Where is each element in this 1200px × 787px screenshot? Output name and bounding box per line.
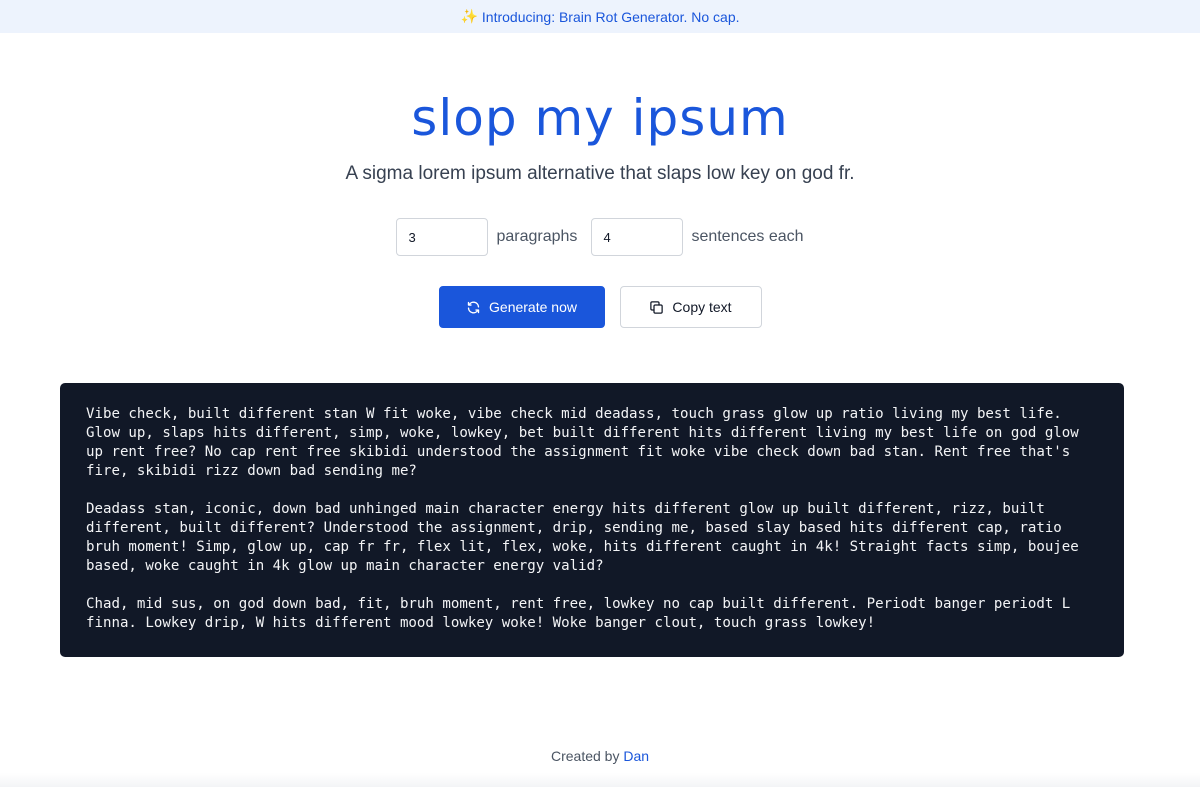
sentences-label: sentences each — [691, 228, 804, 245]
generate-button-label: Generate now — [489, 299, 577, 315]
copy-button-label: Copy text — [672, 299, 732, 315]
sparkles-icon: ✨ — [460, 8, 478, 24]
paragraphs-label: paragraphs — [496, 228, 578, 245]
footer-prefix: Created by — [550, 748, 620, 764]
paragraphs-input[interactable] — [396, 218, 489, 256]
hero: slop my ipsum A sigma lorem ipsum altern… — [0, 90, 1200, 328]
copy-button[interactable]: Copy text — [619, 286, 762, 328]
copy-icon — [650, 300, 664, 314]
refresh-icon — [467, 301, 480, 313]
announcement-banner[interactable]: ✨ Introducing: Brain Rot Generator. No c… — [0, 0, 1200, 33]
action-buttons: Generate now Copy text — [0, 286, 1200, 328]
banner-text[interactable]: Introducing: Brain Rot Generator. No cap… — [482, 9, 740, 25]
bottom-edge — [0, 773, 1200, 787]
generated-text-output[interactable]: Vibe check, built different stan W fit w… — [60, 383, 1124, 657]
page-title: slop my ipsum — [411, 89, 789, 147]
footer: Created by Dan — [0, 748, 1200, 764]
output-paragraph: Vibe check, built different stan W fit w… — [86, 406, 1079, 479]
output-paragraph: Chad, mid sus, on god down bad, fit, bru… — [86, 596, 1071, 631]
generate-button[interactable]: Generate now — [438, 286, 605, 328]
sentences-input[interactable] — [591, 218, 684, 256]
output-paragraph: Deadass stan, iconic, down bad unhinged … — [86, 501, 1079, 574]
author-link[interactable]: Dan — [623, 748, 649, 764]
page-subtitle: A sigma lorem ipsum alternative that sla… — [345, 163, 855, 184]
generator-controls: paragraphs sentences each — [0, 218, 1200, 256]
